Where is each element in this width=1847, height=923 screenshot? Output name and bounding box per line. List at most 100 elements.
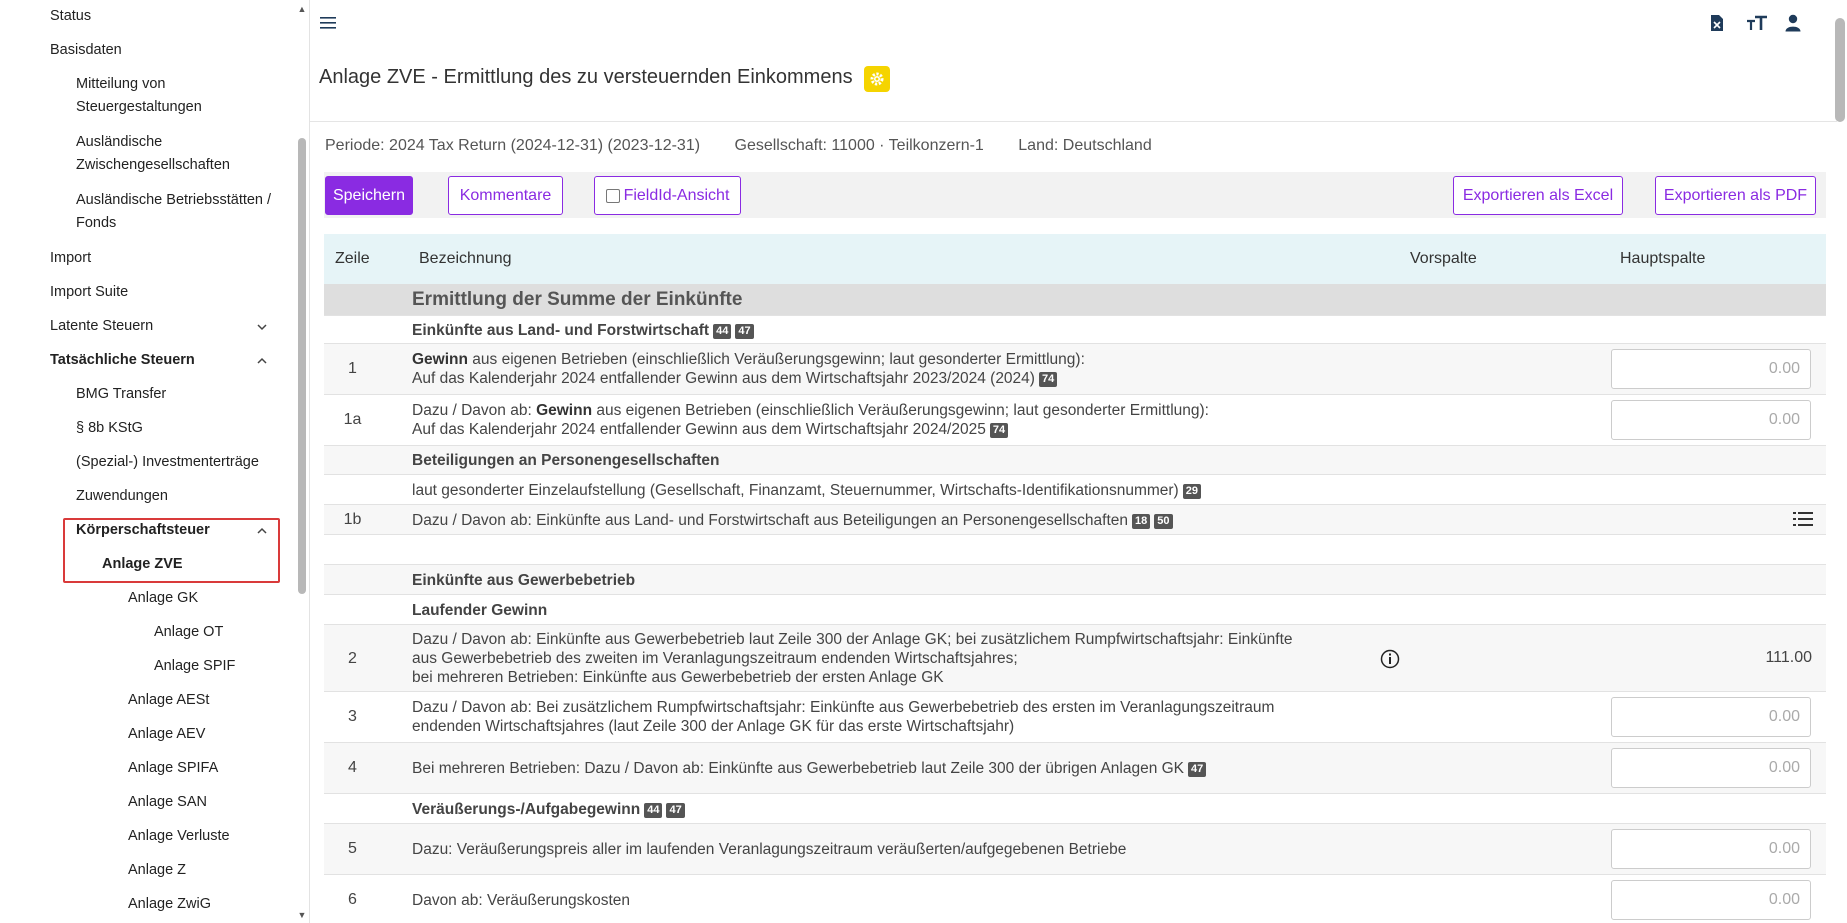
zeile-number: 6 xyxy=(348,891,357,908)
hauptspalte-input[interactable]: 0.00 xyxy=(1611,829,1811,869)
table-row: 3 Dazu / Davon ab: Bei zusätzlichem Rump… xyxy=(324,692,1826,743)
ref-tag[interactable]: 44 xyxy=(713,324,732,339)
scroll-down-arrow-icon[interactable]: ▼ xyxy=(296,910,308,920)
row-text: Bei mehreren Betrieben: Dazu / Davon ab:… xyxy=(412,760,1185,777)
row-text: Dazu / Davon ab: Bei zusätzlichem Rumpfw… xyxy=(412,699,1275,716)
sidebar-item-import-suite[interactable]: Import Suite xyxy=(50,281,128,305)
row-text: Auf das Kalenderjahr 2024 entfallender G… xyxy=(412,421,986,438)
table-row: 1a Dazu / Davon ab: Gewinn aus eigenen B… xyxy=(324,395,1826,446)
row-description: Dazu / Davon ab: Gewinn aus eigenen Betr… xyxy=(412,401,1209,439)
subheading: Laufender Gewinn xyxy=(412,602,548,619)
sidebar-item-anlage-san[interactable]: Anlage SAN xyxy=(128,791,207,815)
user-icon[interactable] xyxy=(1785,14,1801,36)
row-description: Davon ab: Veräußerungskosten xyxy=(412,892,630,909)
sidebar-item-anlage-aev[interactable]: Anlage AEV xyxy=(128,723,205,747)
ref-tag[interactable]: 47 xyxy=(735,324,754,339)
chevron-up-icon[interactable] xyxy=(256,355,268,367)
sidebar-item-bmg-transfer[interactable]: BMG Transfer xyxy=(76,383,166,407)
hauptspalte-input[interactable]: 0.00 xyxy=(1611,697,1811,737)
ref-tag[interactable]: 44 xyxy=(644,803,663,818)
row-bold-term: Gewinn xyxy=(412,351,468,368)
menu-icon[interactable] xyxy=(320,16,336,34)
row-text: aus Gewerbebetrieb des zweiten im Veranl… xyxy=(412,650,1018,667)
info-icon[interactable] xyxy=(1380,649,1400,673)
sidebar-item-latente-steuern[interactable]: Latente Steuern xyxy=(50,315,153,339)
sidebar-item-anlage-zwig[interactable]: Anlage ZwiG xyxy=(128,893,211,917)
ref-tag[interactable]: 74 xyxy=(989,423,1009,438)
sidebar-item-betriebsstaetten-line1[interactable]: Ausländische Betriebsstätten / xyxy=(76,189,271,213)
header-divider xyxy=(310,121,1837,122)
zeile-number: 1b xyxy=(343,511,362,528)
subheading-row: Einkünfte aus Gewerbebetrieb xyxy=(324,565,1826,595)
sidebar-scrollbar-thumb[interactable] xyxy=(298,138,306,594)
hauptspalte-input[interactable]: 0.00 xyxy=(1611,400,1811,440)
list-icon[interactable] xyxy=(1793,511,1813,531)
settings-gear-button[interactable] xyxy=(864,66,890,92)
sidebar-item-auslaendische-zwischen-line2[interactable]: Zwischengesellschaften xyxy=(76,154,230,178)
sidebar-item-import[interactable]: Import xyxy=(50,247,91,271)
sidebar-item-anlage-gk[interactable]: Anlage GK xyxy=(128,587,198,611)
ref-tag[interactable]: 50 xyxy=(1154,514,1173,529)
hauptspalte-input[interactable]: 0.00 xyxy=(1611,880,1811,920)
sidebar-item-8b-kstg[interactable]: § 8b KStG xyxy=(76,417,143,441)
row-text: Auf das Kalenderjahr 2024 entfallender G… xyxy=(412,370,1035,387)
sidebar-item-auslaendische-zwischen-line1[interactable]: Ausländische xyxy=(76,131,162,155)
sidebar-item-status[interactable]: Status xyxy=(50,5,91,29)
sidebar-item-anlage-ot[interactable]: Anlage OT xyxy=(154,621,223,645)
fieldid-checkbox[interactable] xyxy=(605,188,620,203)
col-zeile: Zeile xyxy=(335,250,370,267)
ref-tag[interactable]: 47 xyxy=(1188,762,1207,777)
spacer-row xyxy=(324,535,1826,565)
periode-info: Periode: 2024 Tax Return (2024-12-31) (2… xyxy=(325,137,701,154)
row-description: Dazu / Davon ab: Einkünfte aus Gewerbebe… xyxy=(412,630,1293,687)
sidebar-item-mitteilung-line1[interactable]: Mitteilung von xyxy=(76,73,165,97)
sidebar-item-mitteilung-line2[interactable]: Steuergestaltungen xyxy=(76,96,202,120)
ref-tag[interactable]: 74 xyxy=(1038,372,1058,387)
fieldid-toggle[interactable]: FieldId-Ansicht xyxy=(594,176,741,215)
sidebar-item-anlage-spifa[interactable]: Anlage SPIFA xyxy=(128,757,218,781)
scroll-up-arrow-icon[interactable]: ▲ xyxy=(296,4,308,14)
row-description: Gewinn aus eigenen Betrieben (einschließ… xyxy=(412,350,1085,388)
section-title: Ermittlung der Summe der Einkünfte xyxy=(412,289,743,310)
ref-tag[interactable]: 29 xyxy=(1182,484,1201,499)
ref-tag[interactable]: 18 xyxy=(1132,514,1151,529)
hauptspalte-input[interactable]: 0.00 xyxy=(1611,349,1811,389)
info-bar: Periode: 2024 Tax Return (2024-12-31) (2… xyxy=(325,137,1182,155)
comments-button[interactable]: Kommentare xyxy=(448,176,563,215)
chevron-down-icon[interactable] xyxy=(256,321,268,333)
subheading-row: Veräußerungs-/Aufgabegewinn 44 47 xyxy=(324,794,1826,824)
sidebar-item-basisdaten[interactable]: Basisdaten xyxy=(50,39,122,63)
land-info: Land: Deutschland xyxy=(1018,137,1152,154)
table-row: 4 Bei mehreren Betrieben: Dazu / Davon a… xyxy=(324,743,1826,794)
hauptspalte-input[interactable]: 0.00 xyxy=(1611,748,1811,788)
excel-file-icon[interactable] xyxy=(1710,14,1724,36)
subheading: Einkünfte aus Gewerbebetrieb xyxy=(412,572,636,589)
row-description: Dazu / Davon ab: Einkünfte aus Land- und… xyxy=(412,511,1173,530)
row-description: Dazu: Veräußerungspreis aller im laufend… xyxy=(412,841,1127,858)
sidebar-item-zuwendungen[interactable]: Zuwendungen xyxy=(76,485,168,509)
sidebar: Status Basisdaten Mitteilung von Steuerg… xyxy=(0,0,310,923)
row-text: laut gesonderter Einzelaufstellung (Gese… xyxy=(412,482,1179,499)
sidebar-item-anlage-z[interactable]: Anlage Z xyxy=(128,859,186,883)
zeile-number: 1a xyxy=(343,411,362,428)
col-hauptspalte: Hauptspalte xyxy=(1620,250,1706,267)
zeile-number: 2 xyxy=(348,650,357,667)
main-scrollbar-thumb[interactable] xyxy=(1835,18,1845,122)
table-row: laut gesonderter Einzelaufstellung (Gese… xyxy=(324,475,1826,505)
row-text: bei mehreren Betrieben: Einkünfte aus Ge… xyxy=(412,669,944,686)
sidebar-item-anlage-verluste[interactable]: Anlage Verluste xyxy=(128,825,230,849)
sidebar-item-anlage-spif[interactable]: Anlage SPIF xyxy=(154,655,235,679)
sidebar-item-anlage-aest[interactable]: Anlage AESt xyxy=(128,689,209,713)
save-button[interactable]: Speichern xyxy=(325,176,413,215)
export-pdf-button[interactable]: Exportieren als PDF xyxy=(1655,176,1816,215)
sidebar-item-investmentertraege[interactable]: (Spezial-) Investmenterträge xyxy=(76,451,259,475)
sidebar-item-betriebsstaetten-line2[interactable]: Fonds xyxy=(76,212,116,236)
selection-highlight-box xyxy=(63,518,280,583)
export-excel-button[interactable]: Exportieren als Excel xyxy=(1453,176,1623,215)
ref-tag[interactable]: 47 xyxy=(666,803,685,818)
col-bezeichnung: Bezeichnung xyxy=(419,250,512,267)
sidebar-item-tatsaechliche-steuern[interactable]: Tatsächliche Steuern xyxy=(50,349,195,373)
subheading: Veräußerungs-/Aufgabegewinn 44 47 xyxy=(412,800,685,819)
subheading-row: Laufender Gewinn xyxy=(324,595,1826,625)
font-size-icon[interactable] xyxy=(1746,14,1768,36)
